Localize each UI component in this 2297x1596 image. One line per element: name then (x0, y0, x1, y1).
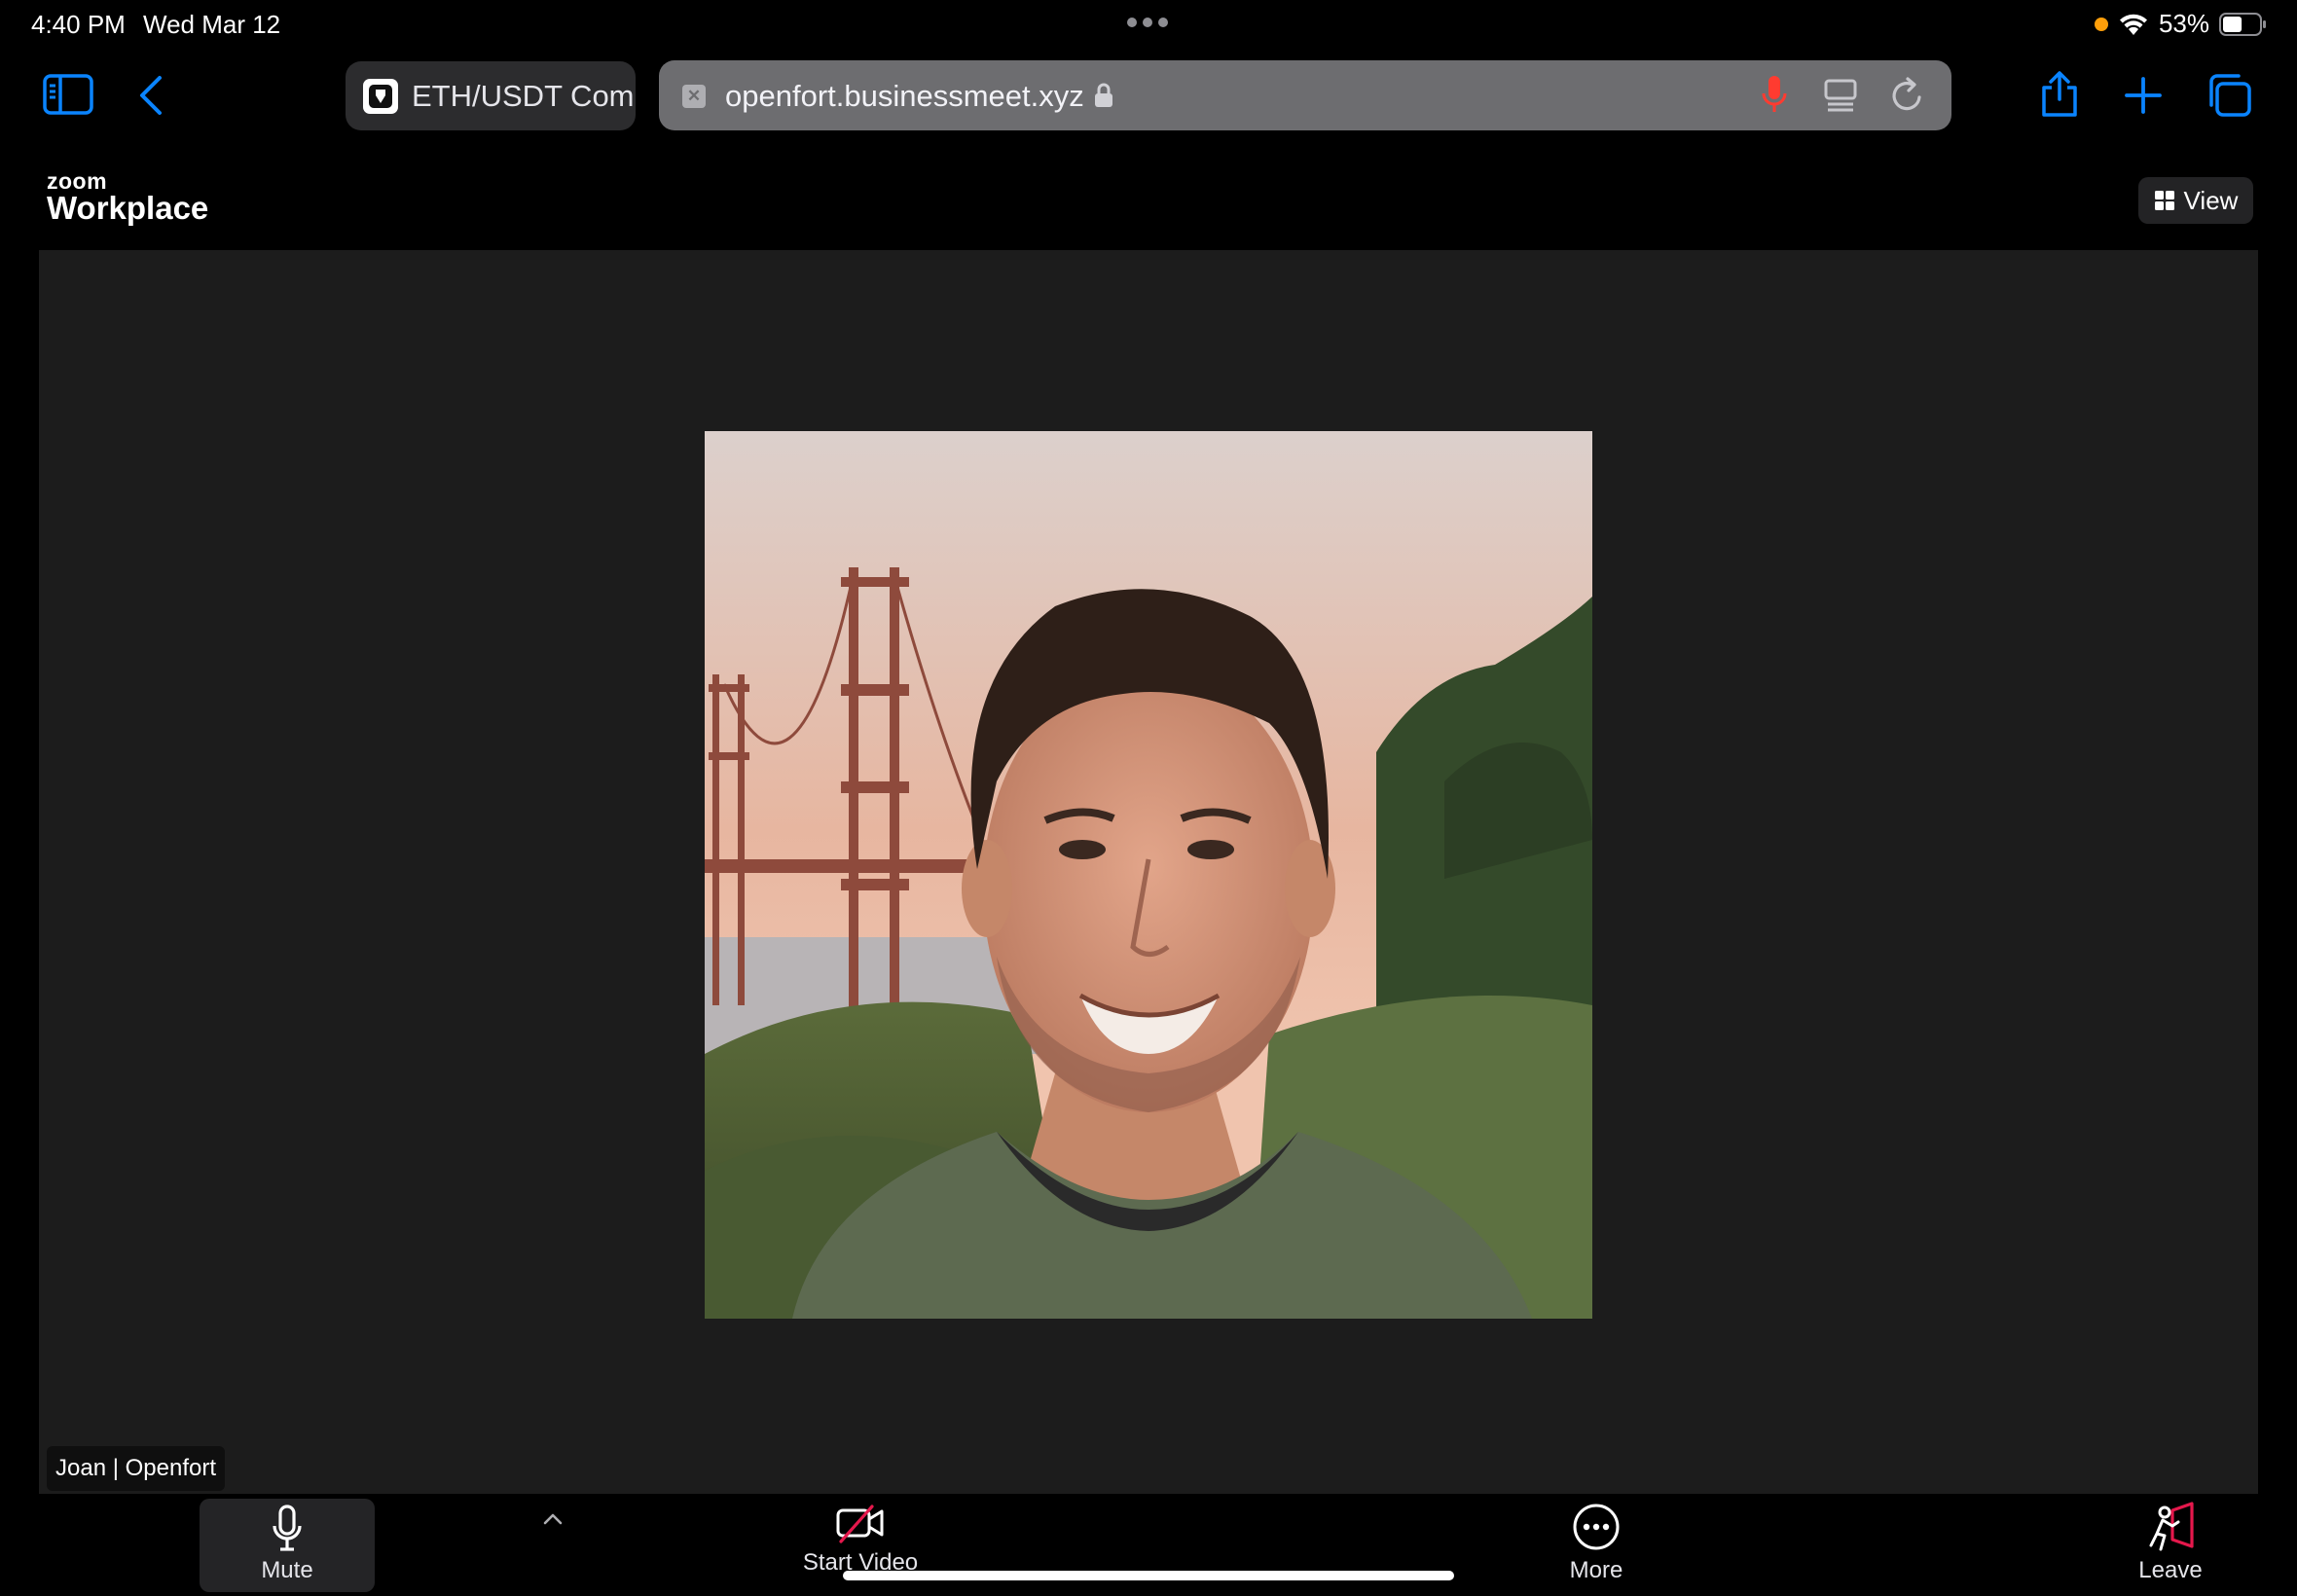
favicon (363, 78, 398, 114)
share-icon[interactable] (2038, 70, 2081, 119)
tab-title: ETH/USDT Com (412, 78, 635, 113)
meeting-area: Joan | Openfort (39, 250, 2258, 1494)
battery-percent: 53% (2158, 9, 2209, 38)
reader-icon[interactable] (1823, 78, 1858, 113)
multitask-dots-icon[interactable] (1127, 18, 1168, 27)
audio-options-chevron-icon[interactable] (542, 1512, 564, 1531)
mute-label: Mute (261, 1557, 313, 1583)
microphone-icon[interactable] (1761, 74, 1788, 115)
sidebar-icon[interactable] (43, 74, 93, 115)
microphone-icon (273, 1505, 302, 1551)
wifi-icon (2119, 14, 2147, 35)
status-right-group: 53% (2094, 9, 2268, 39)
tab-overview-icon[interactable] (2206, 73, 2252, 118)
more-button[interactable]: More (1538, 1503, 1655, 1584)
view-label: View (2183, 185, 2239, 215)
workplace-logo-text: Workplace (47, 190, 209, 226)
back-chevron-icon[interactable] (136, 74, 165, 117)
reload-icon[interactable] (1889, 76, 1926, 115)
lock-icon (1095, 83, 1112, 107)
start-video-button[interactable]: Start Video (788, 1505, 932, 1577)
leave-label: Leave (2138, 1557, 2203, 1583)
new-tab-plus-icon[interactable] (2124, 76, 2163, 115)
leave-button[interactable]: Leave (2112, 1501, 2229, 1584)
participant-name-badge: Joan | Openfort (47, 1446, 225, 1491)
zoom-bottom-toolbar: Mute Start Video More Leave (0, 1495, 2297, 1596)
tab-close-icon[interactable]: ✕ (682, 85, 706, 108)
grid-view-icon (2154, 191, 2174, 210)
address-bar[interactable]: ✕ openfort.businessmeet.xyz (659, 60, 1951, 130)
ios-status-bar: 4:40 PM Wed Mar 12 53% (0, 0, 2297, 49)
more-icon (1573, 1504, 1620, 1550)
safari-toolbar: ETH/USDT Com ✕ openfort.businessmeet.xyz (0, 58, 2297, 132)
mute-button[interactable]: Mute (200, 1499, 375, 1592)
status-time: 4:40 PM (31, 10, 126, 39)
tab-eth-usdt[interactable]: ETH/USDT Com (346, 61, 636, 130)
participant-profile-photo (705, 431, 1592, 1319)
more-label: More (1569, 1557, 1623, 1583)
video-off-icon (836, 1505, 884, 1543)
home-indicator[interactable] (843, 1571, 1454, 1580)
battery-icon (2219, 12, 2266, 36)
zoom-header: zoom Workplace View (0, 156, 2297, 246)
view-button[interactable]: View (2138, 177, 2253, 224)
leave-icon (2149, 1502, 2194, 1551)
url-text[interactable]: openfort.businessmeet.xyz (725, 79, 1084, 114)
privacy-indicator-dot (2094, 17, 2108, 31)
status-date: Wed Mar 12 (143, 10, 281, 39)
